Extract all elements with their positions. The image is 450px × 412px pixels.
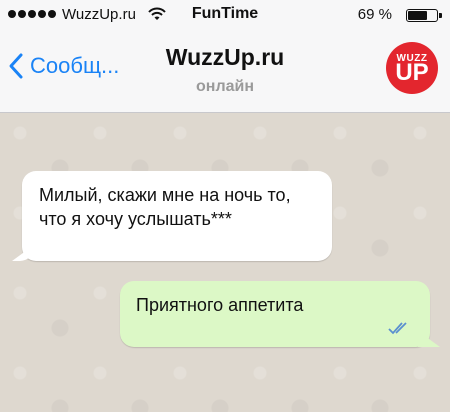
chat-status: онлайн bbox=[196, 78, 254, 95]
incoming-message[interactable]: Милый, скажи мне на ночь то, что я хочу … bbox=[12, 171, 332, 261]
chat-title: WuzzUp.ru bbox=[165, 44, 285, 70]
avatar-logo-bottom: UP bbox=[395, 59, 429, 86]
battery-level-fill bbox=[408, 11, 427, 20]
status-bar: WuzzUp.ru FunTime 69 % bbox=[0, 0, 450, 32]
contact-avatar[interactable]: WUZZ UP bbox=[386, 42, 438, 94]
double-check-icon bbox=[388, 322, 407, 335]
message-text: Приятного аппетита bbox=[136, 295, 304, 315]
battery-percent: 69 % bbox=[357, 6, 392, 23]
outgoing-message[interactable]: Приятного аппетита bbox=[120, 281, 440, 347]
message-text: Милый, скажи мне на ночь то, что я хочу … bbox=[39, 185, 291, 229]
battery-icon bbox=[406, 9, 442, 22]
chat-messages[interactable]: Милый, скажи мне на ночь то, что я хочу … bbox=[0, 113, 450, 412]
chat-header: Сообщ... WuzzUp.ru онлайн WUZZ UP bbox=[0, 32, 450, 113]
